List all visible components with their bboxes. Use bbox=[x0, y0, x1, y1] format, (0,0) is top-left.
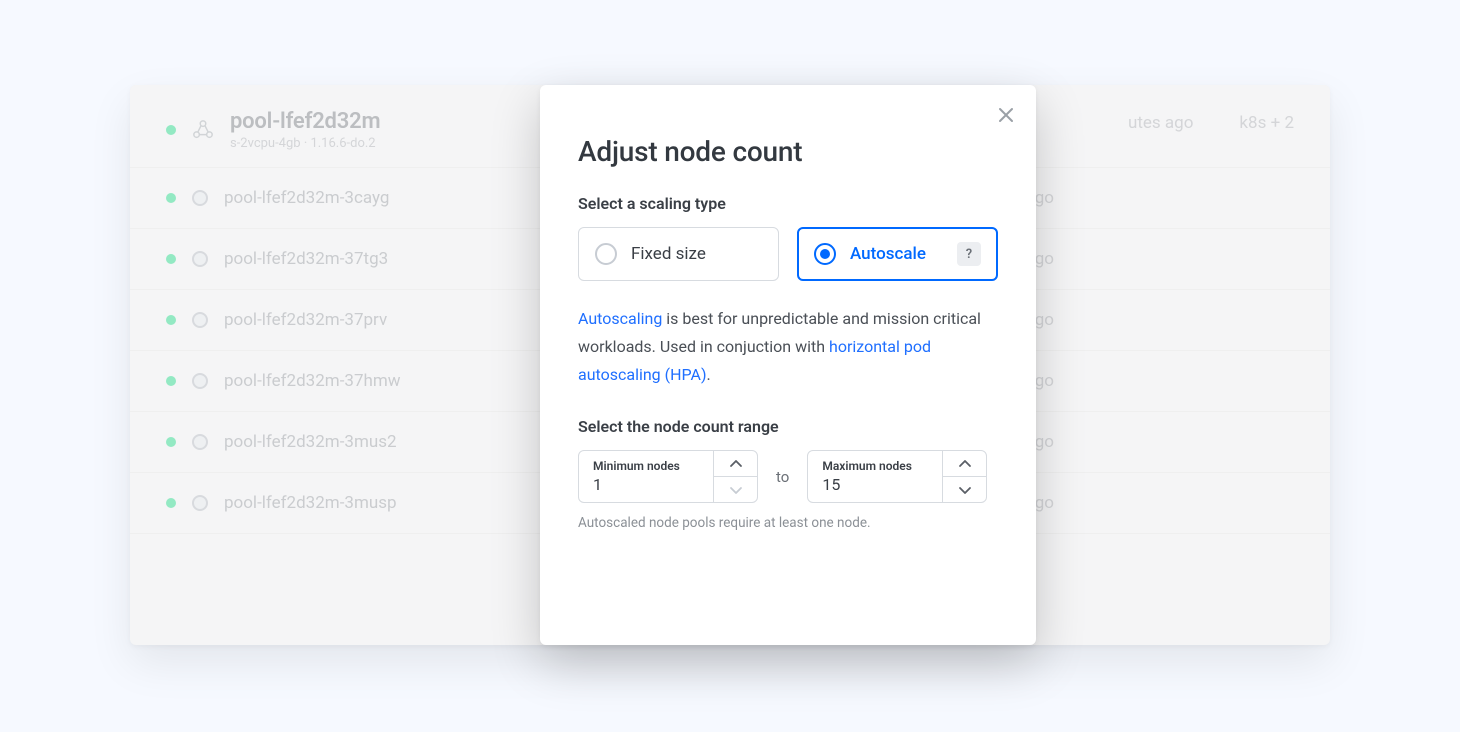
range-hint: Autoscaled node pools require at least o… bbox=[578, 515, 998, 531]
maximum-nodes-stepper[interactable]: Maximum nodes 15 bbox=[807, 450, 987, 503]
close-icon[interactable] bbox=[994, 103, 1018, 127]
status-dot-icon bbox=[166, 254, 176, 264]
adjust-node-count-modal: Adjust node count Select a scaling type … bbox=[540, 85, 1036, 645]
status-dot-icon bbox=[166, 376, 176, 386]
node-icon bbox=[192, 190, 208, 206]
pool-name: pool-lfef2d32m bbox=[230, 109, 380, 134]
node-name: pool-lfef2d32m-37tg3 bbox=[224, 249, 388, 269]
min-nodes-value: 1 bbox=[593, 475, 699, 494]
autoscale-description: Autoscaling is best for unpredictable an… bbox=[578, 305, 998, 389]
desc-period: . bbox=[707, 365, 711, 384]
min-nodes-label: Minimum nodes bbox=[593, 459, 699, 473]
status-dot-icon bbox=[166, 125, 176, 135]
radio-icon bbox=[595, 243, 617, 265]
status-dot-icon bbox=[166, 498, 176, 508]
node-name: pool-lfef2d32m-3musp bbox=[224, 493, 397, 513]
min-decrement-button[interactable] bbox=[714, 476, 757, 502]
cluster-icon bbox=[192, 119, 214, 141]
range-to-label: to bbox=[776, 468, 789, 486]
node-name: pool-lfef2d32m-3cayg bbox=[224, 188, 389, 208]
max-nodes-label: Maximum nodes bbox=[822, 459, 928, 473]
max-decrement-button[interactable] bbox=[943, 476, 986, 502]
node-name: pool-lfef2d32m-37hmw bbox=[224, 371, 401, 391]
scaling-type-label: Select a scaling type bbox=[578, 194, 998, 213]
min-increment-button[interactable] bbox=[714, 451, 757, 476]
minimum-nodes-stepper[interactable]: Minimum nodes 1 bbox=[578, 450, 758, 503]
status-dot-icon bbox=[166, 193, 176, 203]
pool-subtitle: s-2vcpu-4gb · 1.16.6-do.2 bbox=[230, 136, 380, 151]
autoscaling-link[interactable]: Autoscaling bbox=[578, 309, 662, 328]
scaling-option-label: Fixed size bbox=[631, 244, 706, 264]
radio-icon bbox=[814, 243, 836, 265]
node-icon bbox=[192, 434, 208, 450]
modal-title: Adjust node count bbox=[578, 135, 998, 168]
node-icon bbox=[192, 251, 208, 267]
range-label: Select the node count range bbox=[578, 417, 998, 436]
pool-created-label: utes ago bbox=[1128, 113, 1193, 133]
scaling-option-fixed[interactable]: Fixed size bbox=[578, 227, 779, 281]
max-nodes-value: 15 bbox=[822, 475, 928, 494]
status-dot-icon bbox=[166, 437, 176, 447]
node-name: pool-lfef2d32m-3mus2 bbox=[224, 432, 397, 452]
node-icon bbox=[192, 495, 208, 511]
help-icon[interactable]: ? bbox=[957, 242, 981, 266]
scaling-option-autoscale[interactable]: Autoscale ? bbox=[797, 227, 998, 281]
node-icon bbox=[192, 312, 208, 328]
node-icon bbox=[192, 373, 208, 389]
node-name: pool-lfef2d32m-37prv bbox=[224, 310, 387, 330]
status-dot-icon bbox=[166, 315, 176, 325]
pool-tags: k8s + 2 bbox=[1239, 113, 1294, 133]
max-increment-button[interactable] bbox=[943, 451, 986, 476]
scaling-option-label: Autoscale bbox=[850, 244, 926, 264]
